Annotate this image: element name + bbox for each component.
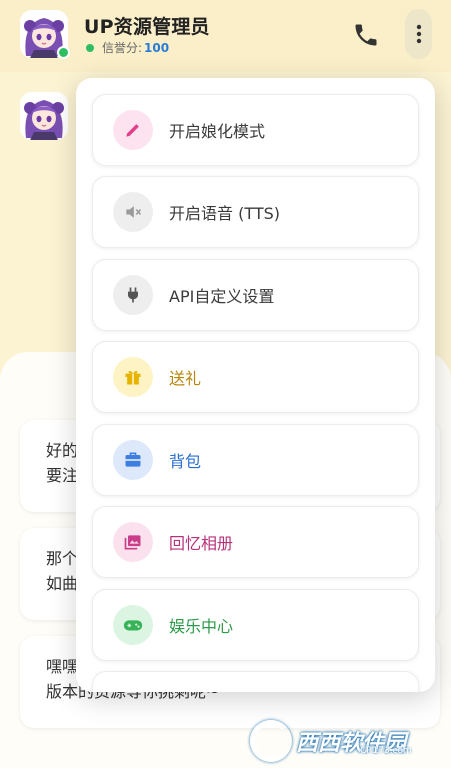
anime-girl-avatar-icon <box>20 92 68 140</box>
photo-album-icon <box>113 522 153 562</box>
phone-icon <box>355 24 377 46</box>
site-watermark: 西西软件园 CR173.com <box>250 718 445 764</box>
menu-item-moe-mode[interactable]: 开启娘化模式 <box>92 94 419 166</box>
chat-header: UP资源管理员 信誉分: 100 <box>0 0 451 72</box>
more-options-button[interactable] <box>405 9 432 59</box>
menu-item-label: 背包 <box>169 452 202 471</box>
online-status-dot <box>57 46 70 59</box>
pencil-icon <box>113 110 153 150</box>
menu-item-api-settings[interactable]: API自定义设置 <box>92 259 419 331</box>
menu-item-label: 开启语音 (TTS) <box>169 204 280 223</box>
options-menu: 开启娘化模式 开启语音 (TTS) API自定义设置 送礼 背包 回忆相册 娱乐… <box>76 78 435 692</box>
menu-item-label: 开启娘化模式 <box>169 122 266 141</box>
menu-item-label: 回忆相册 <box>169 534 234 553</box>
credit-label: 信誉分: <box>102 41 143 55</box>
gamepad-icon <box>113 605 153 645</box>
credit-score: 信誉分: 100 <box>86 39 169 56</box>
briefcase-icon <box>113 440 153 480</box>
chat-avatar[interactable] <box>20 92 68 140</box>
menu-item-backpack[interactable]: 背包 <box>92 424 419 496</box>
menu-item-more[interactable] <box>92 671 419 692</box>
menu-item-gift[interactable]: 送礼 <box>92 341 419 413</box>
plug-icon <box>113 275 153 315</box>
gift-icon <box>113 357 153 397</box>
watermark-logo-icon <box>250 720 292 762</box>
menu-item-label: 送礼 <box>169 369 202 388</box>
page-title: UP资源管理员 <box>84 16 210 38</box>
menu-item-album[interactable]: 回忆相册 <box>92 506 419 578</box>
speaker-muted-icon <box>113 192 153 232</box>
credit-value: 100 <box>144 40 170 55</box>
more-vertical-icon <box>416 24 421 44</box>
menu-item-tts[interactable]: 开启语音 (TTS) <box>92 176 419 248</box>
menu-item-entertainment[interactable]: 娱乐中心 <box>92 589 419 661</box>
menu-item-label: 娱乐中心 <box>169 617 234 636</box>
status-dot-icon <box>86 43 94 52</box>
phone-call-button[interactable] <box>352 21 380 49</box>
watermark-subtext: CR173.com <box>360 746 412 756</box>
menu-item-label: API自定义设置 <box>169 287 275 306</box>
